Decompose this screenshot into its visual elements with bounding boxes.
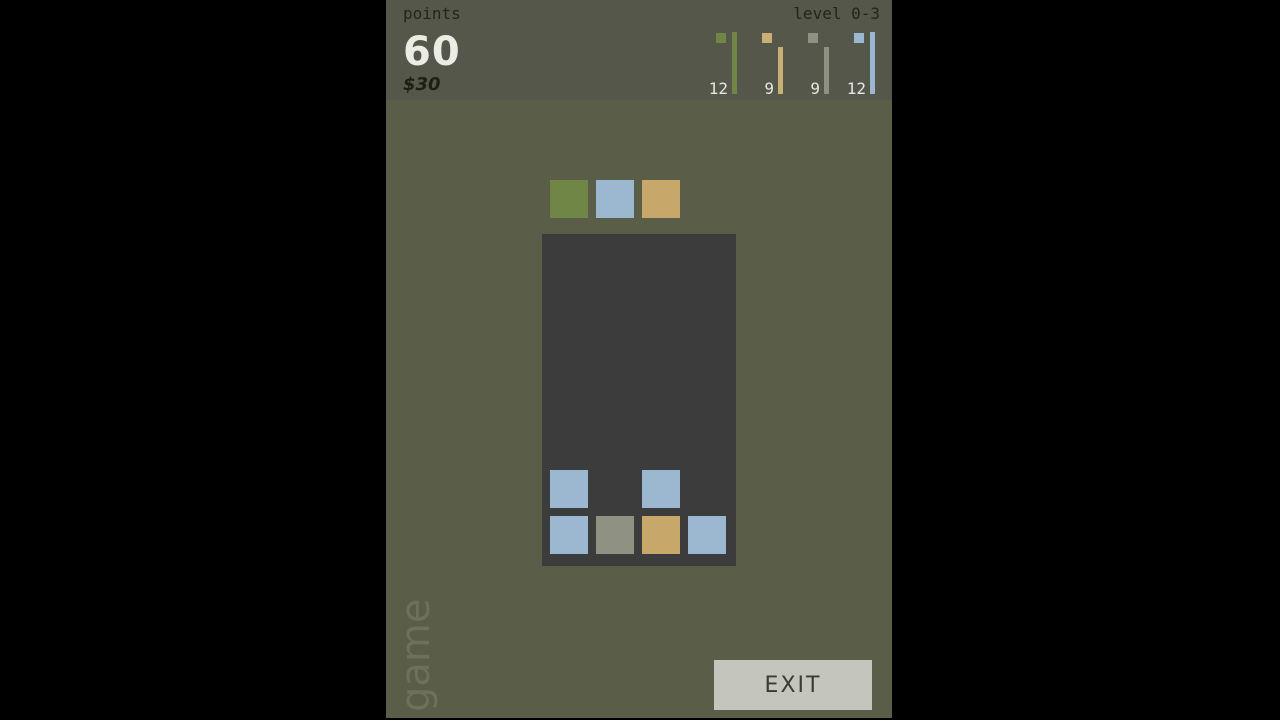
counter-swatch <box>808 33 818 43</box>
counter-bar <box>870 32 875 94</box>
points-label: points <box>403 4 461 23</box>
board-block-blue <box>550 470 588 508</box>
color-counter: 12 <box>840 30 886 98</box>
next-block-blue <box>596 180 634 218</box>
counter-value: 12 <box>708 79 728 98</box>
top-bar: points level 0-3 60 $30 12 9 9 12 <box>386 0 892 100</box>
board-block-blue <box>642 470 680 508</box>
counter-swatch <box>762 33 772 43</box>
game-screen: points level 0-3 60 $30 12 9 9 12 game EXIT <box>386 0 892 718</box>
score-value: 60 <box>403 29 461 75</box>
board-block-tan <box>642 516 680 554</box>
color-counter: 12 <box>702 30 748 98</box>
color-counter: 9 <box>748 30 794 98</box>
game-board[interactable] <box>542 234 736 566</box>
counter-value: 9 <box>810 79 820 98</box>
game-watermark: game <box>393 598 439 712</box>
counter-bar <box>778 47 783 94</box>
board-block-gray <box>596 516 634 554</box>
counter-value: 12 <box>846 79 866 98</box>
exit-button[interactable]: EXIT <box>714 660 872 710</box>
next-block-tan <box>642 180 680 218</box>
money-value: $30 <box>403 74 441 95</box>
next-block-green <box>550 180 588 218</box>
board-block-blue <box>688 516 726 554</box>
board-block-blue <box>550 516 588 554</box>
color-counter: 9 <box>794 30 840 98</box>
level-label: level 0-3 <box>793 4 880 23</box>
counter-swatch <box>854 33 864 43</box>
counter-bar <box>732 32 737 94</box>
counter-value: 9 <box>764 79 774 98</box>
counter-bar <box>824 47 829 94</box>
counter-swatch <box>716 33 726 43</box>
